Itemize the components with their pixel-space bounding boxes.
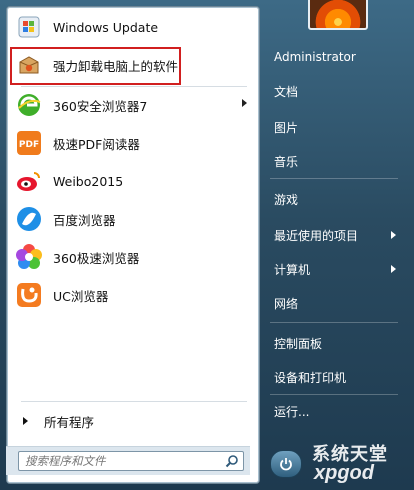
separator bbox=[270, 322, 398, 323]
right-item-games[interactable]: 游戏 bbox=[268, 186, 406, 212]
all-programs-arrow-icon bbox=[23, 417, 28, 425]
right-item-computer[interactable]: 计算机 bbox=[268, 256, 406, 282]
360-speed-browser-icon bbox=[13, 241, 45, 273]
search-icon[interactable] bbox=[225, 454, 239, 468]
right-item-label: 最近使用的项目 bbox=[274, 228, 359, 243]
program-360-browser[interactable]: 360安全浏览器7 bbox=[11, 87, 255, 123]
program-label: 百度浏览器 bbox=[53, 212, 116, 228]
program-label: Windows Update bbox=[53, 19, 159, 35]
right-item-label: 运行... bbox=[274, 404, 310, 419]
right-item-recent-items[interactable]: 最近使用的项目 bbox=[268, 222, 406, 248]
programs-pane: Windows Update 强力卸载电脑上的软件 360安全浏览器7 PDF … bbox=[6, 6, 260, 484]
search-input[interactable] bbox=[25, 453, 215, 469]
right-item-label: 控制面板 bbox=[274, 336, 323, 351]
submenu-arrow-icon bbox=[242, 99, 247, 107]
right-item-label: 设备和打印机 bbox=[274, 370, 347, 385]
program-baidu-browser[interactable]: 百度浏览器 bbox=[11, 201, 255, 237]
weibo-icon bbox=[13, 165, 45, 197]
right-item-run[interactable]: 运行... bbox=[268, 398, 406, 424]
360-browser-icon bbox=[13, 89, 45, 121]
power-icon bbox=[280, 458, 292, 471]
search-bar bbox=[6, 446, 250, 475]
right-item-label: 计算机 bbox=[274, 262, 311, 277]
separator bbox=[21, 401, 247, 402]
program-label: 极速PDF阅读器 bbox=[53, 136, 140, 152]
right-item-label: 文档 bbox=[274, 84, 299, 99]
baidu-browser-icon bbox=[13, 203, 45, 235]
program-pdf-reader[interactable]: PDF 极速PDF阅读器 bbox=[11, 125, 255, 161]
right-item-label: 图片 bbox=[274, 120, 299, 135]
program-windows-update[interactable]: Windows Update bbox=[11, 9, 255, 45]
right-item-control-panel[interactable]: 控制面板 bbox=[268, 330, 406, 356]
program-label: UC浏览器 bbox=[53, 288, 109, 304]
program-uc-browser[interactable]: UC浏览器 bbox=[11, 277, 255, 313]
highlight-box bbox=[10, 47, 181, 85]
program-label: 360安全浏览器7 bbox=[53, 98, 148, 114]
right-item-pictures[interactable]: 图片 bbox=[268, 114, 406, 140]
right-item-documents[interactable]: 文档 bbox=[268, 78, 406, 104]
separator bbox=[270, 178, 398, 179]
right-item-devices-printers[interactable]: 设备和打印机 bbox=[268, 364, 406, 390]
program-360-speed-browser[interactable]: 360极速浏览器 bbox=[11, 239, 255, 275]
site-watermark: 系统天堂 xpgod bbox=[300, 440, 412, 488]
right-item-label: Administrator bbox=[274, 50, 356, 64]
pdf-reader-icon: PDF bbox=[13, 127, 45, 159]
submenu-arrow-icon bbox=[391, 265, 396, 273]
right-item-network[interactable]: 网络 bbox=[268, 290, 406, 316]
user-avatar[interactable] bbox=[308, 0, 368, 30]
start-menu: Windows Update 强力卸载电脑上的软件 360安全浏览器7 PDF … bbox=[0, 0, 414, 490]
program-label: Weibo2015 bbox=[53, 173, 124, 189]
svg-text:PDF: PDF bbox=[19, 140, 39, 150]
program-label: 360极速浏览器 bbox=[53, 250, 140, 266]
windows-update-icon bbox=[13, 11, 45, 43]
submenu-arrow-icon bbox=[391, 231, 396, 239]
right-item-music[interactable]: 音乐 bbox=[268, 148, 406, 174]
right-item-administrator[interactable]: Administrator bbox=[268, 44, 406, 70]
all-programs-label: 所有程序 bbox=[44, 414, 95, 430]
right-item-label: 网络 bbox=[274, 296, 299, 311]
program-weibo[interactable]: Weibo2015 bbox=[11, 163, 255, 199]
all-programs-button[interactable]: 所有程序 bbox=[17, 409, 247, 433]
right-item-label: 音乐 bbox=[274, 154, 299, 169]
search-box[interactable] bbox=[18, 451, 244, 471]
right-item-label: 游戏 bbox=[274, 192, 299, 207]
separator bbox=[270, 394, 398, 395]
uc-browser-icon bbox=[13, 279, 45, 311]
watermark-en: xpgod bbox=[314, 462, 374, 484]
shutdown-button[interactable] bbox=[270, 450, 302, 478]
